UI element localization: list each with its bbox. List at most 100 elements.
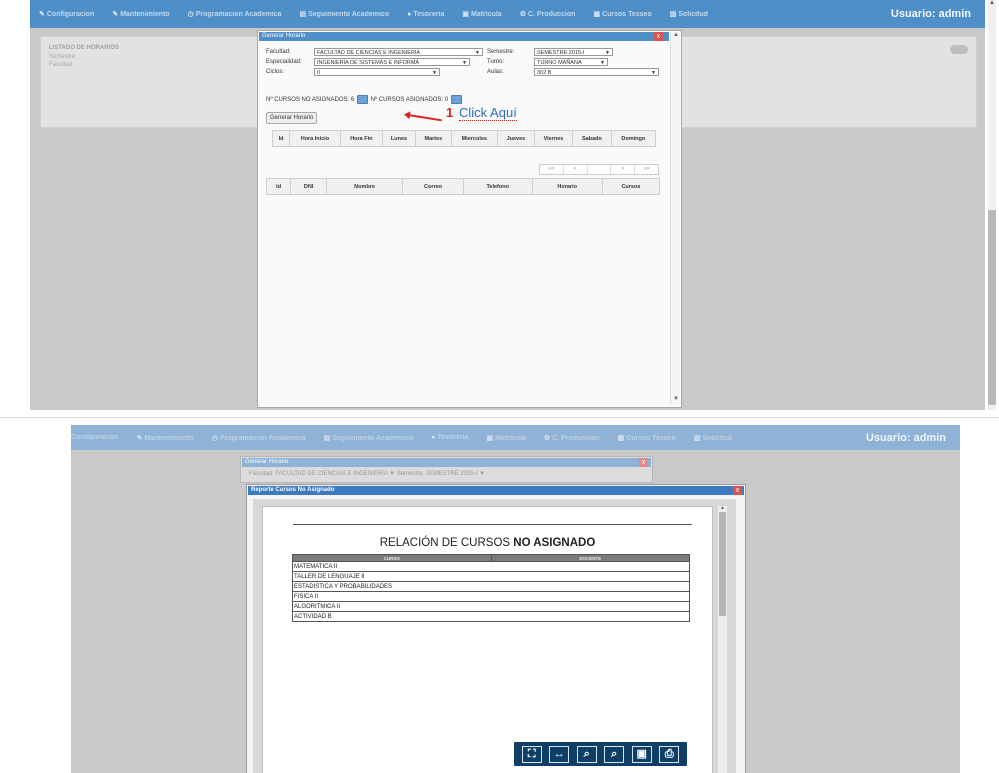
user-indicator[interactable]: Usuario: admin — [891, 8, 985, 20]
page-input[interactable] — [588, 165, 612, 174]
zoom-out-icon[interactable]: ⌕ — [576, 745, 597, 763]
close-icon[interactable]: x — [733, 486, 742, 495]
pdf-viewer: RELACIÓN DE CURSOS NO ASIGNADO CURSO DOC… — [253, 499, 736, 773]
facultad-select[interactable]: FACULTAD DE CIENCIAS E INGENIERÍA ▼ — [314, 48, 483, 56]
report-assigned-icon[interactable] — [450, 95, 462, 104]
viewer-scrollbar[interactable]: ▲ — [718, 505, 727, 773]
chevron-down-icon: ▼ — [651, 70, 656, 76]
col-sabado[interactable]: Sabado — [572, 130, 612, 147]
especialidad-label: Especialidad: — [266, 59, 302, 65]
nav-configuracion[interactable]: ✎ Configuracion — [30, 10, 103, 18]
book-icon: ▦ — [617, 434, 625, 442]
dialog-title: Generar Horario — [242, 458, 651, 467]
scroll-down-icon[interactable]: ▼ — [673, 396, 679, 402]
nav-seguimiento[interactable]: ▤ Seguimiento Academico — [290, 10, 398, 18]
course-name: ACTIVIDAD B — [292, 611, 690, 622]
semestre-select[interactable]: SEMESTRE 2015-I ▼ — [534, 48, 613, 56]
folder-icon: ▣ — [462, 11, 469, 18]
table-row: ACTIVIDAD B — [292, 611, 690, 622]
nav-tesoreria[interactable]: ● Tesoreria — [398, 11, 453, 18]
nav-produccion[interactable]: ⚙ C. Produccion — [511, 10, 585, 18]
especialidad-select[interactable]: INGENIERÍA DE SISTEMAS E INFORMÁ ▼ — [314, 58, 470, 66]
annotation-number: 1 — [446, 105, 454, 120]
chart-icon: ▤ — [299, 11, 307, 18]
nav-programacion[interactable]: ◷ Programacion Academica — [203, 434, 315, 442]
user-indicator[interactable]: Usuario: admin — [866, 432, 960, 444]
ciclos-select[interactable]: II ▼ — [314, 68, 440, 76]
report-unassigned-icon[interactable] — [356, 95, 368, 104]
nav-cursos[interactable]: ▦ Cursos Tesseo — [584, 10, 660, 18]
last-page-button[interactable]: >> — [635, 165, 658, 174]
chevron-down-icon: ▼ — [432, 70, 437, 76]
col-lunes[interactable]: Lunes — [381, 130, 417, 147]
scrollbar-thumb[interactable] — [988, 210, 996, 405]
fit-page-icon[interactable]: ⛶ — [521, 745, 542, 763]
nav-configuracion[interactable]: Configuracion — [71, 434, 127, 441]
col-miercoles[interactable]: Miercoles — [450, 130, 499, 147]
print-icon[interactable]: ⎙ — [659, 745, 680, 763]
table-row: ALGORITMICA II — [292, 601, 690, 612]
col-hora-fin[interactable]: Hora Fin — [339, 130, 383, 147]
dialog-scrollbar[interactable]: ▲ ▼ — [670, 32, 680, 404]
col-telefono[interactable]: Telefono — [462, 178, 533, 195]
col-domingo[interactable]: Domingo — [610, 130, 657, 147]
scroll-up-icon[interactable]: ▲ — [720, 505, 725, 511]
folder-icon: ▣ — [486, 434, 494, 442]
gear-icon: ⚙ — [543, 434, 551, 442]
wrench-icon: ✎ — [112, 11, 119, 18]
col-dni[interactable]: DNI — [290, 178, 328, 195]
scroll-up-icon[interactable]: ▲ — [989, 0, 995, 6]
prev-page-button[interactable]: < — [564, 165, 588, 174]
toggle-switch[interactable] — [950, 45, 968, 54]
col-id[interactable]: Id — [265, 178, 292, 195]
nav-matricula[interactable]: ▣ Matricula — [453, 10, 510, 18]
pager: << < > >> — [539, 164, 659, 175]
col-horario[interactable]: Horario — [531, 178, 603, 195]
col-id[interactable]: Id — [271, 130, 291, 147]
semestre-label: Semestre: — [487, 49, 515, 55]
chevron-down-icon: ▼ — [462, 60, 467, 66]
col-nombre[interactable]: Nombre — [326, 178, 404, 195]
top-navbar: Configuracion ✎ Mantenimiento ◷ Programaci… — [71, 425, 960, 450]
scroll-up-icon[interactable]: ▲ — [673, 32, 679, 38]
first-page-button[interactable]: << — [540, 165, 564, 174]
nav-mantenimiento[interactable]: ✎ Mantenimiento — [127, 434, 202, 442]
aulas-label: Aulas: — [487, 69, 504, 75]
viewer-toolbar: ⛶ ↔ ⌕ ⌕ ▣ ⎙ — [514, 742, 687, 766]
generar-horario-button[interactable]: Generar Horario — [266, 112, 318, 124]
close-icon[interactable]: x — [639, 458, 648, 467]
gear-icon: ⚙ — [519, 11, 526, 18]
next-page-button[interactable]: > — [611, 165, 636, 174]
nav-produccion[interactable]: ⚙ C. Produccion — [535, 434, 609, 442]
generar-horario-dialog: Generar Horario x Facultad: FACULTAD DE … — [240, 456, 653, 483]
chevron-down-icon: ▼ — [605, 50, 610, 56]
nav-programacion[interactable]: ◷ Programacion Academica — [179, 10, 291, 18]
nav-solicitud[interactable]: ▧ Solicitud — [685, 434, 741, 442]
nav-seguimiento[interactable]: ▤ Seguimiento Academico — [315, 434, 423, 442]
zoom-in-icon[interactable]: ⌕ — [604, 745, 625, 763]
page-scrollbar[interactable]: ▲ — [988, 0, 996, 410]
col-viernes[interactable]: Viernes — [533, 130, 574, 147]
course-name: ALGORITMICA II — [292, 601, 690, 612]
close-icon[interactable]: x — [654, 32, 663, 41]
nav-cursos[interactable]: ▦ Cursos Tesseo — [609, 434, 685, 442]
aulas-select[interactable]: 302 B ▼ — [534, 68, 659, 76]
document-icon: ▧ — [669, 11, 677, 18]
col-martes[interactable]: Martes — [415, 130, 452, 147]
col-correo[interactable]: Correo — [402, 178, 464, 195]
nav-mantenimiento[interactable]: ✎ Mantenimiento — [103, 10, 178, 18]
col-hora-inicio[interactable]: Hora Inicio — [289, 130, 341, 147]
save-icon[interactable]: ▣ — [631, 745, 652, 763]
fit-width-icon[interactable]: ↔ — [549, 745, 570, 763]
nav-tesoreria[interactable]: ● Tesoreria — [422, 434, 477, 441]
nav-solicitud[interactable]: ▧ Solicitud — [661, 10, 717, 18]
scrollbar-thumb[interactable] — [719, 512, 726, 616]
col-cursos[interactable]: Cursos — [601, 178, 661, 195]
chevron-down-icon: ▼ — [475, 50, 480, 56]
col-jueves[interactable]: Jueves — [497, 130, 535, 147]
nav-matricula[interactable]: ▣ Matricula — [477, 434, 534, 442]
turno-select[interactable]: TURNO MAÑANA ▼ — [534, 58, 608, 66]
panel-semestre: Semestre: — [49, 54, 77, 60]
col-curso: CURSO — [292, 554, 492, 562]
bottom-screenshot: Configuracion ✎ Mantenimiento ◷ Programaci… — [71, 425, 960, 773]
